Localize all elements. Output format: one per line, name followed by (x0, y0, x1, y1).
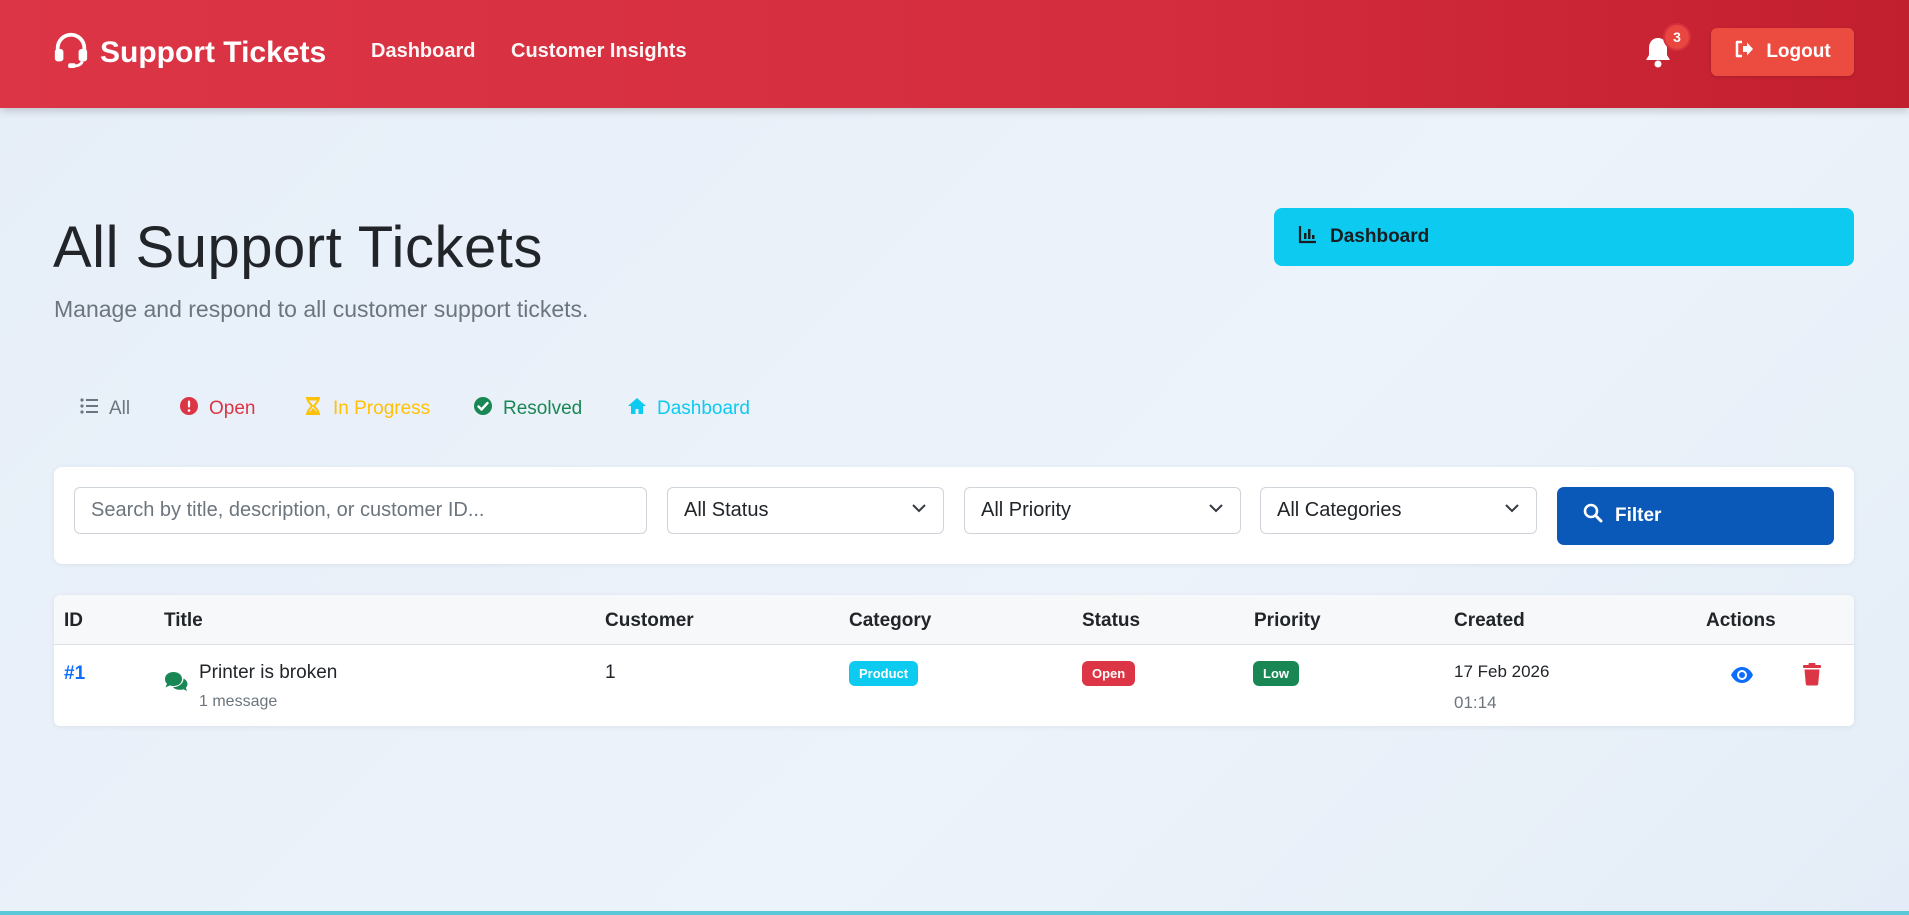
column-header-actions: Actions (1706, 610, 1776, 631)
priority-select[interactable]: All Priority (964, 487, 1241, 534)
table-header: ID Title Customer Category Status Priori… (54, 595, 1854, 645)
tab-dashboard-label: Dashboard (657, 398, 750, 419)
status-select-value: All Status (684, 499, 769, 521)
filter-card: All Status All Priority All Categories F… (54, 467, 1854, 564)
column-header-created: Created (1454, 610, 1525, 631)
column-header-customer: Customer (605, 610, 694, 631)
column-header-status: Status (1082, 610, 1141, 631)
status-badge: Open (1082, 661, 1136, 686)
created-time: 01:14 (1454, 693, 1497, 712)
ticket-message-count: 1 message (199, 693, 278, 710)
filter-button[interactable]: Filter (1557, 487, 1834, 545)
page-subtitle: Manage and respond to all customer suppo… (54, 296, 589, 322)
nav-link-customer-insights[interactable]: Customer Insights (511, 40, 687, 63)
chart-icon (1298, 224, 1318, 250)
hourglass-icon (303, 396, 323, 422)
sign-out-icon (1734, 39, 1754, 65)
headset-icon (52, 30, 90, 76)
chevron-down-icon (911, 499, 927, 522)
exclamation-circle-icon (179, 396, 199, 422)
column-header-category: Category (849, 610, 932, 631)
tab-resolved-label: Resolved (503, 398, 583, 419)
filter-button-label: Filter (1615, 505, 1662, 526)
column-header-id: ID (64, 610, 83, 631)
category-badge: Product (849, 661, 919, 686)
status-select[interactable]: All Status (667, 487, 944, 534)
page-title: All Support Tickets (53, 215, 543, 280)
tab-in-progress[interactable]: In Progress (303, 396, 430, 422)
home-icon (627, 396, 647, 422)
tab-all-label: All (109, 398, 131, 419)
logout-button[interactable]: Logout (1711, 28, 1854, 76)
logout-label: Logout (1766, 41, 1831, 62)
category-select-value: All Categories (1277, 499, 1402, 521)
list-icon (79, 396, 99, 422)
bottom-edge (0, 911, 1909, 915)
category-select[interactable]: All Categories (1260, 487, 1537, 534)
navbar: Support Tickets Dashboard Customer Insig… (0, 0, 1909, 108)
ticket-customer: 1 (605, 662, 616, 683)
dashboard-button-label: Dashboard (1330, 226, 1430, 247)
priority-badge: Low (1253, 661, 1299, 686)
nav-link-dashboard[interactable]: Dashboard (371, 40, 475, 63)
column-header-title: Title (164, 610, 203, 631)
ticket-title[interactable]: Printer is broken (199, 662, 337, 684)
created-date: 17 Feb 2026 (1454, 662, 1550, 681)
dashboard-button[interactable]: Dashboard (1274, 208, 1854, 266)
check-circle-icon (473, 396, 493, 422)
table-row[interactable]: #1 Printer is broken 1 message 1 Product… (54, 645, 1854, 726)
column-header-priority: Priority (1254, 610, 1321, 631)
notification-badge: 3 (1663, 23, 1691, 51)
brand[interactable]: Support Tickets (52, 32, 326, 74)
comments-icon (163, 670, 189, 692)
search-input[interactable] (74, 487, 647, 534)
trash-icon[interactable] (1801, 662, 1823, 686)
priority-select-value: All Priority (981, 499, 1072, 521)
tickets-table: ID Title Customer Category Status Priori… (54, 595, 1854, 726)
tab-resolved[interactable]: Resolved (473, 396, 582, 422)
tab-open[interactable]: Open (179, 396, 255, 422)
tab-all[interactable]: All (79, 396, 130, 422)
brand-title: Support Tickets (100, 36, 327, 69)
ticket-id-link[interactable]: #1 (64, 663, 85, 685)
tab-open-label: Open (209, 398, 256, 419)
chevron-down-icon (1208, 499, 1224, 522)
tab-dashboard[interactable]: Dashboard (627, 396, 750, 422)
search-icon (1583, 503, 1603, 529)
view-icon[interactable] (1730, 663, 1754, 687)
tab-in-progress-label: In Progress (333, 398, 431, 419)
chevron-down-icon (1504, 499, 1520, 522)
